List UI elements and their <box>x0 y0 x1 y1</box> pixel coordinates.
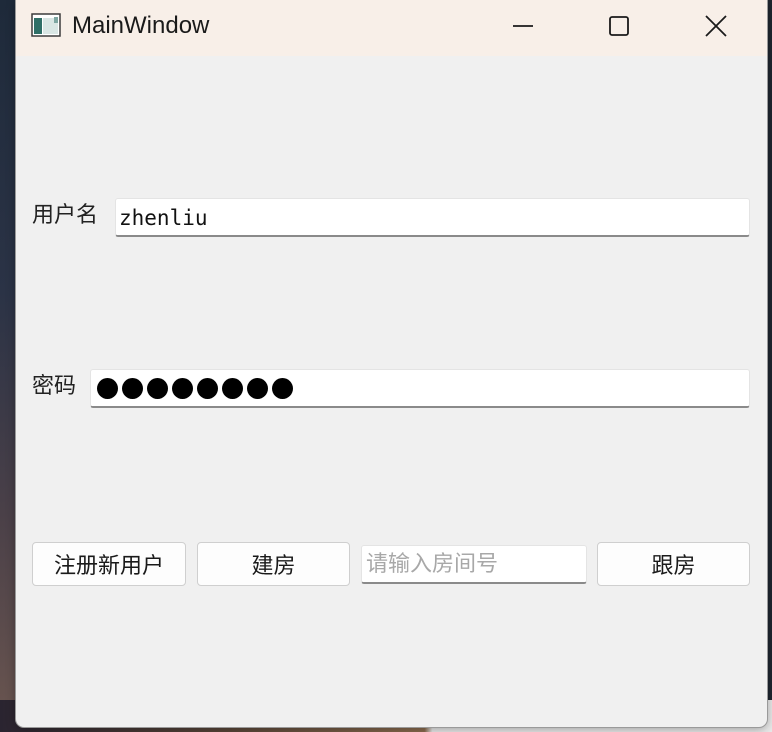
close-button[interactable] <box>668 0 764 52</box>
password-mask-dot <box>272 378 293 399</box>
title-bar[interactable]: MainWindow <box>16 0 767 56</box>
minimize-icon <box>513 25 533 27</box>
join-room-button[interactable]: 跟房 <box>597 542 750 586</box>
password-mask-dot <box>172 378 193 399</box>
username-field[interactable]: zhenliu <box>115 198 750 237</box>
password-mask-dot <box>247 378 268 399</box>
password-mask-dot <box>147 378 168 399</box>
register-button[interactable]: 注册新用户 <box>32 542 186 586</box>
window-title: MainWindow <box>72 12 210 39</box>
close-icon <box>705 15 727 37</box>
create-room-button[interactable]: 建房 <box>197 542 350 586</box>
maximize-button[interactable] <box>571 0 667 52</box>
password-mask <box>97 378 293 399</box>
password-mask-dot <box>97 378 118 399</box>
room-number-input[interactable] <box>362 546 586 582</box>
maximize-icon <box>609 16 629 36</box>
username-label: 用户名 <box>32 203 99 228</box>
main-window: MainWindow 用户名 zhenliu 密码 注册新用户 建房 跟房 <box>16 0 767 727</box>
minimize-button[interactable] <box>475 0 571 52</box>
password-field[interactable] <box>90 369 750 408</box>
password-label: 密码 <box>32 374 77 399</box>
room-number-field[interactable] <box>361 545 587 584</box>
password-mask-dot <box>122 378 143 399</box>
password-mask-dot <box>222 378 243 399</box>
username-value: zhenliu <box>119 206 208 230</box>
password-mask-dot <box>197 378 218 399</box>
app-window-icon <box>31 13 61 37</box>
